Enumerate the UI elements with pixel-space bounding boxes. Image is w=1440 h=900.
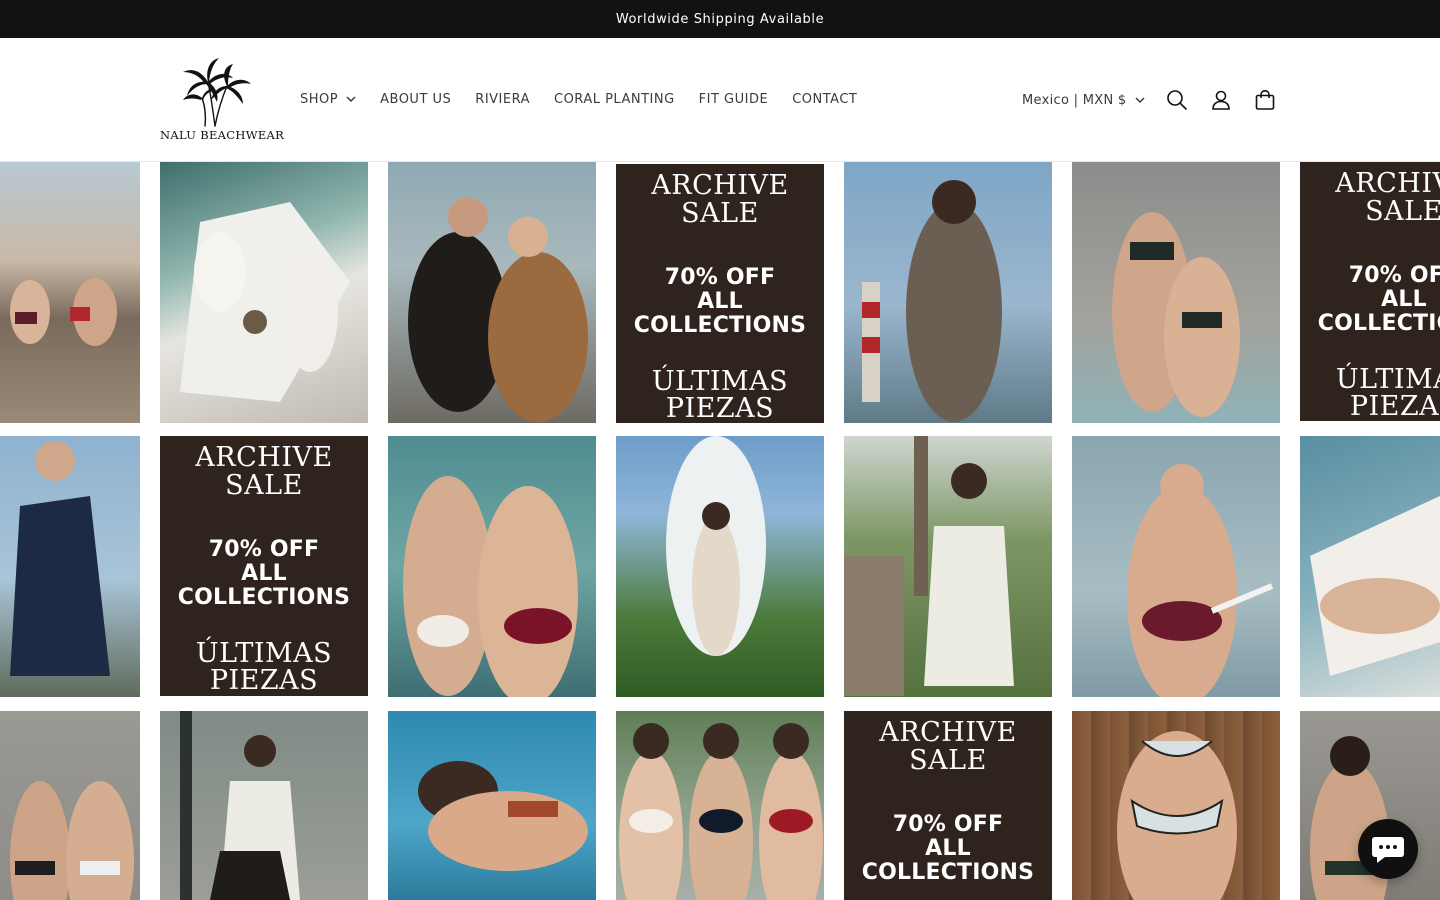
locale-label: Mexico | MXN $ bbox=[1022, 92, 1127, 108]
nav-item-contact[interactable]: CONTACT bbox=[780, 92, 869, 107]
sale-discount: 70% OFFALLCOLLECTIONS bbox=[177, 537, 351, 610]
gallery-image-crochet-set[interactable] bbox=[844, 436, 1052, 697]
sale-discount: 70% OFFALLCOLLECTIONS bbox=[1317, 263, 1440, 336]
archive-sale-banner[interactable]: ARCHIVESALE 70% OFFALLCOLLECTIONS ÚLTIMA… bbox=[616, 164, 824, 423]
nav-item-label: CORAL PLANTING bbox=[554, 91, 675, 107]
sale-title: ARCHIVESALE bbox=[879, 717, 1017, 776]
gallery-image-trio-bikinis[interactable] bbox=[616, 711, 824, 900]
nav-item-fit-guide[interactable]: FIT GUIDE bbox=[687, 92, 781, 107]
brand-logo[interactable]: NALU BEACHWEAR bbox=[160, 56, 285, 146]
chat-button[interactable] bbox=[1358, 819, 1418, 879]
header-actions: Mexico | MXN $ bbox=[1010, 78, 1287, 122]
gallery-image-beach-group[interactable] bbox=[0, 162, 140, 423]
account-icon bbox=[1211, 90, 1230, 110]
nav-item-coral-planting[interactable]: CORAL PLANTING bbox=[542, 92, 687, 107]
nav-item-riviera[interactable]: RIVIERA bbox=[463, 92, 542, 107]
chevron-down-icon bbox=[346, 96, 356, 102]
gallery-image-lounging[interactable] bbox=[1300, 436, 1440, 697]
archive-sale-banner[interactable]: ARCHIVESALE 70% OFFALLCOLLECTIONS ÚLTIMA… bbox=[1300, 162, 1440, 421]
palm-tree-icon bbox=[183, 58, 251, 127]
sale-subtitle: ÚLTIMASPIEZAS bbox=[651, 366, 789, 423]
gallery-image-pool[interactable] bbox=[388, 711, 596, 900]
gallery-image-champagne[interactable] bbox=[1072, 436, 1280, 697]
image-gallery: ARCHIVE SALE 70% OFF ALL COLLECTIONS ÚLTIMA… bbox=[0, 162, 1440, 900]
nav-item-label: CONTACT bbox=[792, 91, 858, 107]
gallery-image-knit-sweater[interactable] bbox=[160, 711, 368, 900]
search-button[interactable] bbox=[1155, 78, 1199, 122]
announcement-text: Worldwide Shipping Available bbox=[615, 11, 825, 27]
brand-logo-text: NALU BEACHWEAR bbox=[160, 128, 285, 142]
sale-title: ARCHIVESALE bbox=[1335, 168, 1440, 227]
gallery-image-surfboard[interactable] bbox=[616, 436, 824, 697]
nav-item-label: ABOUT US bbox=[380, 91, 452, 107]
archive-sale-banner[interactable]: ARCHIVE SALE 70% OFF ALL COLLECTIONS bbox=[844, 711, 1052, 900]
country-currency-selector[interactable]: Mexico | MXN $ bbox=[1010, 93, 1155, 108]
gallery-image-boat[interactable] bbox=[160, 162, 368, 423]
announcement-bar: Worldwide Shipping Available bbox=[0, 0, 1440, 38]
chat-bubble-icon bbox=[1372, 837, 1404, 863]
cart-button[interactable] bbox=[1243, 78, 1287, 122]
archive-sale-banner[interactable]: ARCHIVESALE 70% OFFALLCOLLECTIONS ÚLTIMA… bbox=[160, 436, 368, 696]
gallery-image-deck[interactable] bbox=[1072, 711, 1280, 900]
main-nav: SHOP ABOUT US RIVIERA CORAL PLANTING FIT… bbox=[288, 86, 869, 112]
cart-icon bbox=[1255, 89, 1274, 110]
sale-subtitle: ÚLTIMASPIEZAS bbox=[195, 638, 333, 696]
sale-discount: 70% OFFALLCOLLECTIONS bbox=[861, 812, 1035, 885]
gallery-image-lighthouse[interactable] bbox=[844, 162, 1052, 423]
sale-subtitle: ÚLTIMASPIEZAS bbox=[1335, 364, 1440, 421]
account-button[interactable] bbox=[1199, 78, 1243, 122]
gallery-image-wall-duo[interactable] bbox=[1072, 162, 1280, 423]
sale-title: ARCHIVESALE bbox=[651, 170, 789, 229]
nav-item-label: SHOP bbox=[300, 91, 339, 107]
site-header: NALU BEACHWEAR SHOP ABOUT US RIVIERA COR… bbox=[0, 38, 1440, 162]
gallery-image-red-bikini[interactable] bbox=[388, 436, 596, 697]
nav-item-about-us[interactable]: ABOUT US bbox=[368, 92, 463, 107]
gallery-image-knit-duo[interactable] bbox=[388, 162, 596, 423]
nav-item-label: RIVIERA bbox=[475, 91, 530, 107]
nav-item-shop[interactable]: SHOP bbox=[288, 92, 368, 107]
gallery-image-duo-black-white[interactable] bbox=[0, 711, 140, 900]
sale-title: ARCHIVESALE bbox=[195, 442, 333, 501]
chevron-down-icon bbox=[1134, 97, 1145, 103]
nav-item-label: FIT GUIDE bbox=[698, 91, 769, 107]
sale-discount: 70% OFFALLCOLLECTIONS bbox=[633, 265, 807, 338]
gallery-image-navy-dress[interactable] bbox=[0, 436, 140, 697]
search-icon bbox=[1166, 90, 1187, 110]
